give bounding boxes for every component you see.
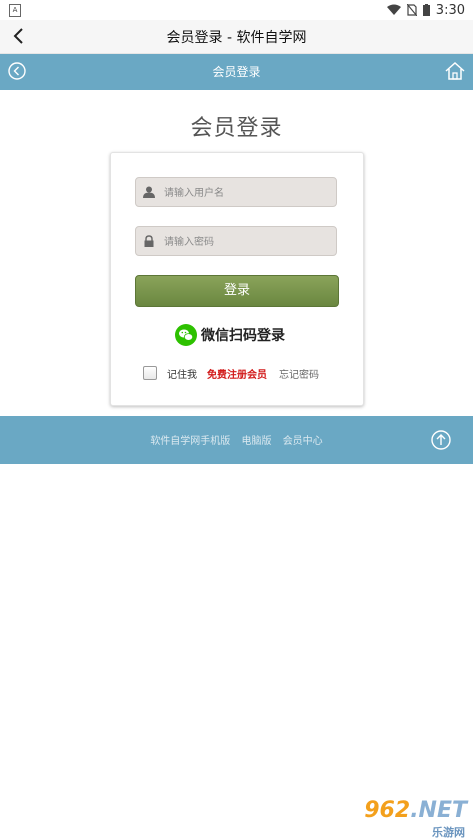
user-icon: [143, 186, 155, 198]
login-button[interactable]: 登录: [135, 275, 339, 307]
footer-link-desktop[interactable]: 电脑版: [242, 436, 272, 447]
remember-label: 记住我: [167, 369, 197, 381]
password-input[interactable]: [162, 227, 336, 257]
forgot-password-link[interactable]: 忘记密码: [279, 366, 319, 381]
wechat-login-button[interactable]: 微信扫码登录: [175, 323, 285, 347]
watermark-sub: 乐游网: [432, 826, 465, 839]
arrow-up-icon[interactable]: [431, 430, 451, 450]
footer-links: 软件自学网手机版 电脑版 会员中心: [0, 432, 473, 447]
username-input[interactable]: [162, 178, 336, 208]
watermark-brand: 962.NET: [364, 798, 467, 823]
footer-link-mobile[interactable]: 软件自学网手机版: [150, 436, 230, 447]
home-icon[interactable]: [445, 61, 465, 81]
lock-icon: [144, 235, 154, 247]
status-icons: 3:30: [386, 2, 465, 18]
app-title: 会员登录 - 软件自学网: [166, 30, 307, 46]
notification-icon: A: [9, 4, 21, 17]
nav-title: 会员登录: [212, 65, 261, 79]
wechat-login-label: 微信扫码登录: [201, 328, 285, 344]
page-title: 会员登录: [190, 116, 283, 141]
battery-icon: [422, 4, 430, 16]
footer-link-member-center[interactable]: 会员中心: [283, 436, 323, 447]
username-field[interactable]: [135, 177, 337, 208]
wechat-icon: [175, 324, 197, 346]
register-link[interactable]: 免费注册会员: [207, 366, 267, 381]
footer: 软件自学网手机版 电脑版 会员中心: [0, 416, 473, 464]
login-options: 记住我 免费注册会员 忘记密码: [143, 365, 319, 381]
login-card: 登录 微信扫码登录 记住我 免费注册会员 忘记密码: [110, 152, 364, 406]
password-field[interactable]: [135, 226, 337, 257]
status-time: 3:30: [435, 2, 465, 18]
no-sim-icon: [406, 4, 417, 16]
remember-checkbox[interactable]: [143, 366, 157, 380]
app-bar: 会员登录 - 软件自学网: [0, 20, 473, 54]
nav-bar: 会员登录: [0, 54, 473, 90]
watermark-logo: 962.NET 乐游网: [335, 798, 467, 839]
wifi-icon: [386, 4, 401, 15]
status-bar: A 3:30: [0, 0, 473, 20]
